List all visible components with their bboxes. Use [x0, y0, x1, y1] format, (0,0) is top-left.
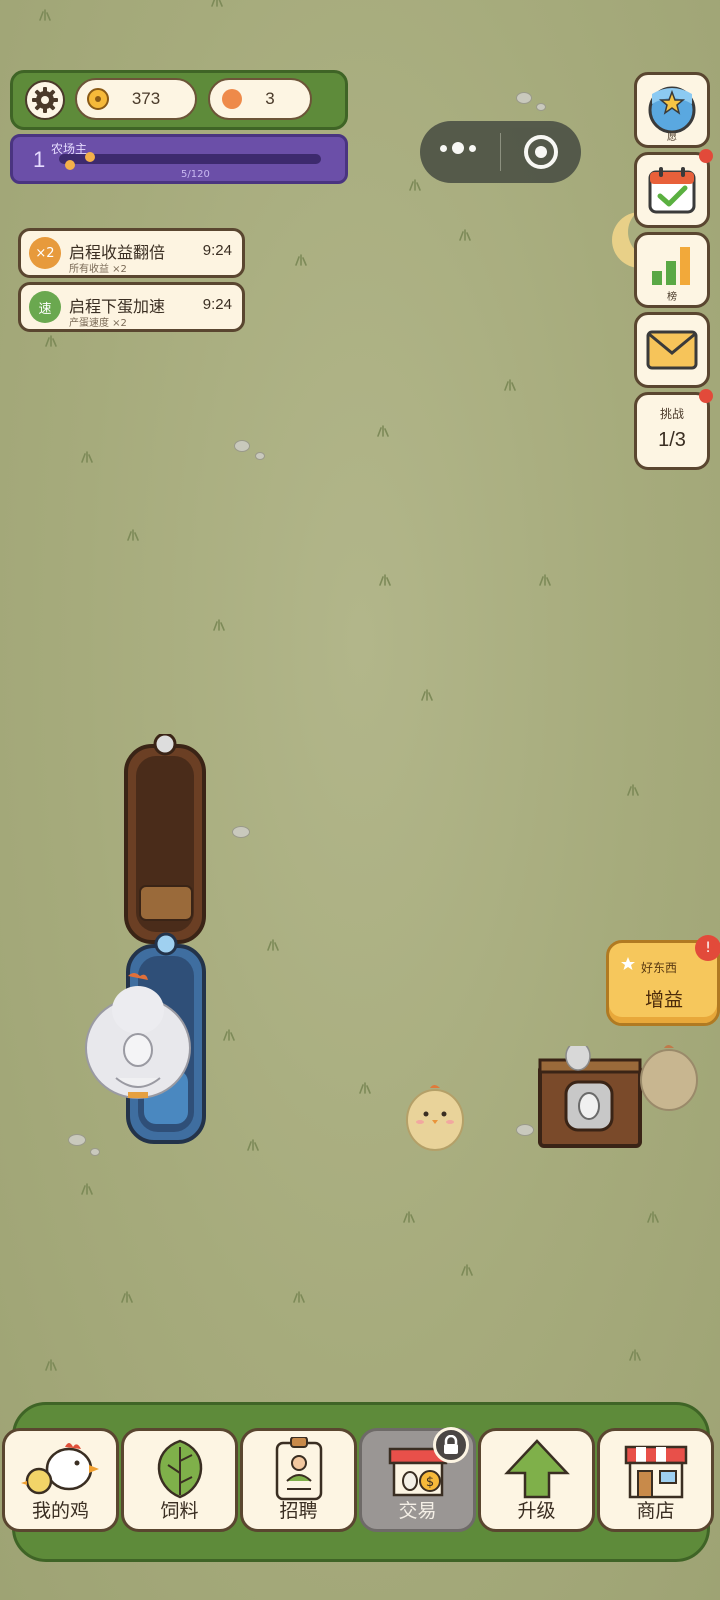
hen-character[interactable] [78, 968, 198, 1108]
buff-timer: 9:24 [202, 242, 232, 259]
bar-chart-icon [652, 247, 690, 285]
nav-label: 商店 [636, 1500, 675, 1522]
coin-counter[interactable]: 373 [75, 78, 197, 120]
level-progress-bar[interactable]: 1 农场主 5/120 [10, 134, 348, 184]
gem-icon [222, 89, 242, 109]
nav-trade[interactable]: $ 交易 [359, 1427, 476, 1532]
settings-button[interactable] [25, 80, 65, 120]
leaf-icon [157, 1439, 202, 1499]
upgrade-arrow-icon [503, 1439, 570, 1499]
challenge-title: 挑战 [659, 407, 684, 421]
level-number: 1 [33, 147, 46, 172]
buff-timer: 9:24 [202, 296, 232, 313]
close-miniprogram-button[interactable] [524, 135, 558, 169]
nav-label: 招聘 [279, 1500, 318, 1522]
xp-start-marker [65, 160, 75, 170]
nav-label: 我的鸡 [31, 1500, 89, 1522]
nav-label: 饲料 [160, 1500, 199, 1522]
resume-icon [275, 1437, 322, 1501]
more-dot-icon [440, 144, 447, 152]
challenge-progress: 1/3 [658, 429, 686, 451]
egg-nest-box[interactable] [536, 1046, 646, 1156]
buff-subtitle: 所有收益 ×2 [69, 264, 127, 275]
shop-icon [624, 1445, 687, 1499]
speed-icon: 速 [29, 291, 61, 323]
challenge-button[interactable]: 挑战 1/3 [634, 389, 713, 470]
calendar-check-icon [648, 167, 696, 214]
svg-text:$: $ [425, 1475, 433, 1490]
gem-counter[interactable]: 3 [208, 78, 312, 120]
chick-character[interactable] [634, 1040, 704, 1120]
nav-upgrade[interactable]: 升级 [478, 1428, 595, 1532]
resource-bar: 373 3 [10, 70, 348, 130]
notification-dot [699, 149, 713, 163]
buff-card-egg-speed[interactable]: 速 启程下蛋加速 产蛋速度 ×2 9:24 [18, 282, 245, 332]
feed-trough[interactable] [118, 734, 218, 954]
leaderboard-button[interactable]: 榜 [634, 232, 710, 308]
capsule-divider [500, 133, 501, 171]
checkin-button[interactable] [634, 149, 713, 228]
nav-feed[interactable]: 饲料 [121, 1428, 238, 1532]
nav-my-chickens[interactable]: 我的鸡 [2, 1428, 119, 1532]
goods-main-label: 增益 [645, 989, 684, 1011]
xp-fill-marker [85, 152, 95, 162]
goods-title: 好东西 [641, 961, 678, 975]
nav-shop[interactable]: 商店 [597, 1428, 714, 1532]
nav-label: 升级 [517, 1500, 556, 1522]
nav-hire[interactable]: 招聘 [240, 1428, 357, 1532]
gear-icon [32, 87, 58, 113]
more-dot-icon [469, 144, 476, 152]
nav-label: 交易 [398, 1500, 437, 1522]
chicken-icon [20, 1443, 99, 1495]
goods-boost-button[interactable]: 好东西 增益 ! [606, 935, 720, 1026]
notification-dot [699, 389, 713, 403]
double-income-icon: ×2 [29, 237, 61, 269]
miniprogram-capsule [420, 121, 581, 183]
gem-amount: 3 [265, 89, 275, 108]
xp-track [59, 154, 321, 164]
envelope-icon [646, 330, 698, 370]
buff-card-income[interactable]: ×2 启程收益翻倍 所有收益 ×2 9:24 [18, 228, 245, 278]
xp-count: 5/120 [181, 169, 210, 180]
wish-button[interactable]: 愿 [634, 72, 710, 148]
chick-character[interactable] [400, 1080, 470, 1160]
buff-subtitle: 产蛋速度 ×2 [69, 318, 127, 329]
star-icon [621, 957, 635, 970]
more-dot-icon [452, 142, 464, 154]
wish-label: 愿 [667, 132, 677, 143]
coin-icon [87, 88, 109, 110]
more-menu-button[interactable] [440, 142, 476, 154]
coin-amount: 373 [131, 89, 161, 108]
rank-label: 榜 [667, 292, 677, 303]
mail-button[interactable] [634, 312, 710, 388]
alert-badge: ! [695, 935, 720, 961]
lock-icon [433, 1427, 469, 1463]
